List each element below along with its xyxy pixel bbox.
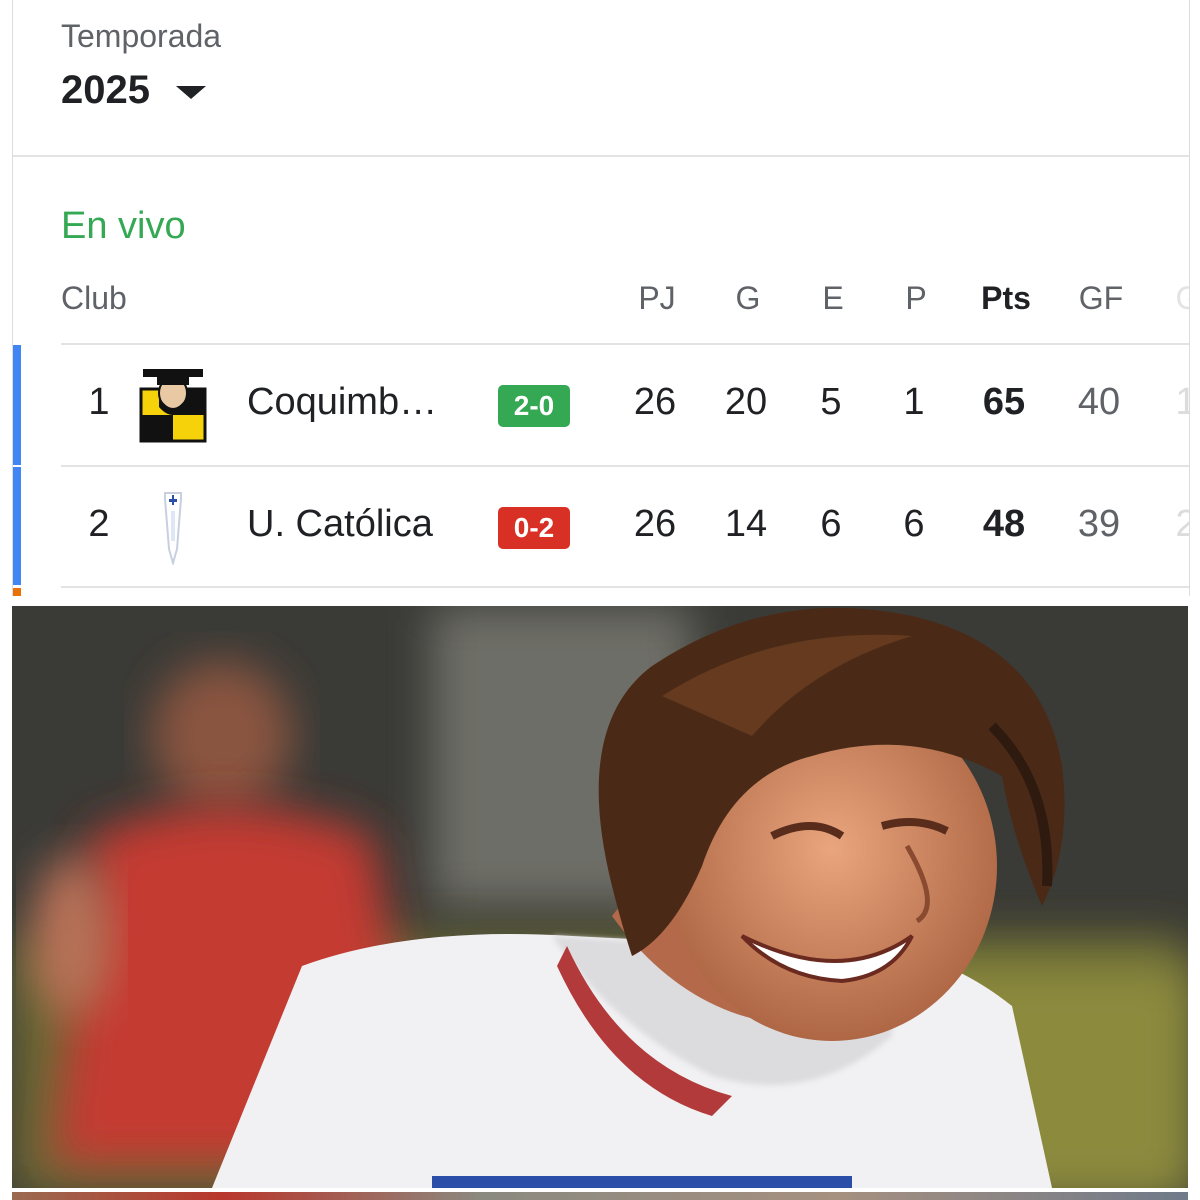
stat-gc: 2 xyxy=(1146,503,1189,546)
next-image-strip xyxy=(12,1192,1188,1200)
qualification-marker xyxy=(13,467,21,585)
stat-p: 6 xyxy=(903,503,925,545)
qualification-marker xyxy=(13,345,21,465)
caret-down-icon xyxy=(175,86,206,99)
live-score-badge: 2-0 xyxy=(498,385,570,427)
header-gc: G xyxy=(1148,280,1189,317)
row-position: 2 xyxy=(88,503,110,545)
stat-pts: 48 xyxy=(982,503,1026,545)
season-label: Temporada xyxy=(61,18,222,54)
stat-pts: 65 xyxy=(982,381,1026,423)
season-value: 2025 xyxy=(61,68,150,112)
header-g: G xyxy=(735,280,761,316)
standings-card: Temporada 2025 En vivo Club PJ G E P Pts… xyxy=(12,0,1190,596)
header-pts: Pts xyxy=(981,280,1031,316)
stat-gf: 39 xyxy=(1077,503,1121,545)
header-gf: GF xyxy=(1078,280,1124,316)
coquimbo-crest-icon xyxy=(139,369,207,443)
stat-gf: 40 xyxy=(1077,381,1121,423)
table-row[interactable]: 1 Coquimb… 2-0 26 20 5 1 65 40 1 xyxy=(61,343,1189,465)
crying-player-illustration xyxy=(12,606,1188,1188)
live-score-badge: 0-2 xyxy=(498,507,570,549)
row-position: 1 xyxy=(88,381,110,423)
table-row[interactable]: 2 U. Católica 0-2 26 14 6 6 48 39 2 xyxy=(61,465,1189,587)
header-pj: PJ xyxy=(638,280,676,316)
stat-pj: 26 xyxy=(633,503,677,545)
divider xyxy=(61,586,1189,588)
club-name[interactable]: U. Católica xyxy=(247,503,477,546)
player-photo xyxy=(12,606,1188,1188)
stat-p: 1 xyxy=(903,381,925,423)
stat-e: 5 xyxy=(820,381,842,423)
header-e: E xyxy=(822,280,844,316)
stat-g: 20 xyxy=(724,381,768,423)
divider xyxy=(13,155,1189,157)
live-label: En vivo xyxy=(61,205,186,247)
u-catolica-crest-icon xyxy=(164,492,182,565)
stat-e: 6 xyxy=(820,503,842,545)
stat-g: 14 xyxy=(724,503,768,545)
table-header: Club PJ G E P Pts GF G xyxy=(13,280,1189,320)
season-dropdown[interactable]: 2025 xyxy=(61,68,206,113)
qualification-marker xyxy=(13,588,21,596)
stat-pj: 26 xyxy=(633,381,677,423)
club-name[interactable]: Coquimb… xyxy=(247,381,477,424)
stat-gc: 1 xyxy=(1146,381,1189,424)
header-club: Club xyxy=(61,280,127,316)
header-p: P xyxy=(905,280,927,316)
